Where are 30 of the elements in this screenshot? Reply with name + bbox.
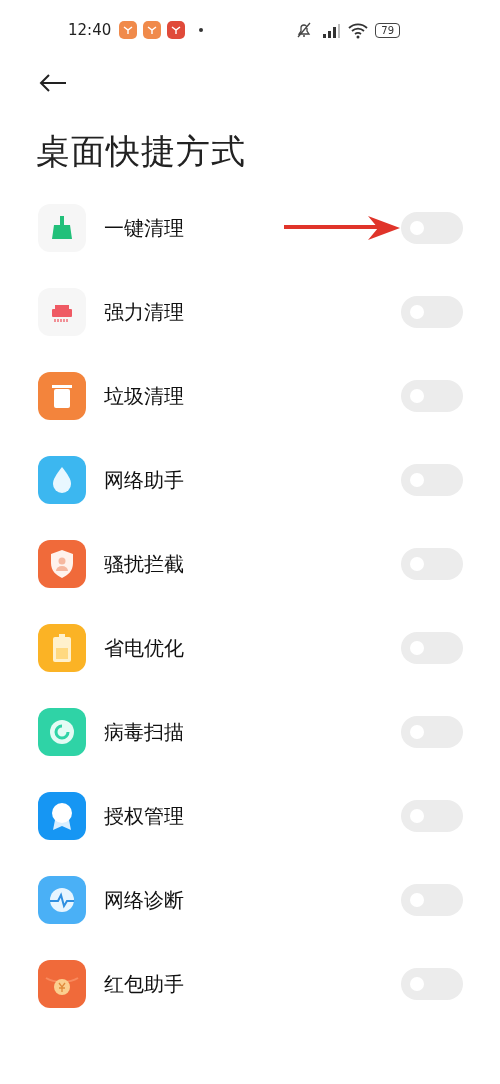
battery-level: 79 [375, 22, 400, 38]
status-time: 12:40 [68, 21, 112, 39]
app-icon [38, 876, 86, 924]
toggle-switch[interactable] [401, 212, 463, 244]
app-icon [38, 708, 86, 756]
app-icon [38, 456, 86, 504]
app-icon [38, 540, 86, 588]
notification-icon [119, 21, 138, 39]
page-title: 桌面快捷方式 [36, 130, 247, 173]
app-icon [38, 960, 86, 1008]
back-arrow-icon[interactable] [38, 73, 68, 93]
shortcut-label: 授权管理 [104, 802, 184, 830]
wifi-icon [347, 21, 370, 39]
app-icon [38, 372, 86, 420]
shortcut-label: 强力清理 [104, 298, 184, 326]
shortcut-label: 网络助手 [104, 466, 184, 494]
shortcut-label: 骚扰拦截 [104, 550, 184, 578]
shortcut-label: 红包助手 [104, 970, 184, 998]
notification-icon [143, 21, 162, 39]
shortcut-label: 垃圾清理 [104, 382, 184, 410]
shortcut-label: 一键清理 [104, 214, 184, 242]
app-icon [38, 204, 86, 252]
shortcut-label: 省电优化 [104, 634, 184, 662]
notification-icon [167, 21, 186, 39]
dot-icon [199, 28, 204, 32]
app-icon [38, 792, 86, 840]
shortcut-label: 病毒扫描 [104, 718, 184, 746]
app-icon [38, 624, 86, 672]
app-icon [38, 288, 86, 336]
shortcut-label: 网络诊断 [104, 886, 184, 914]
